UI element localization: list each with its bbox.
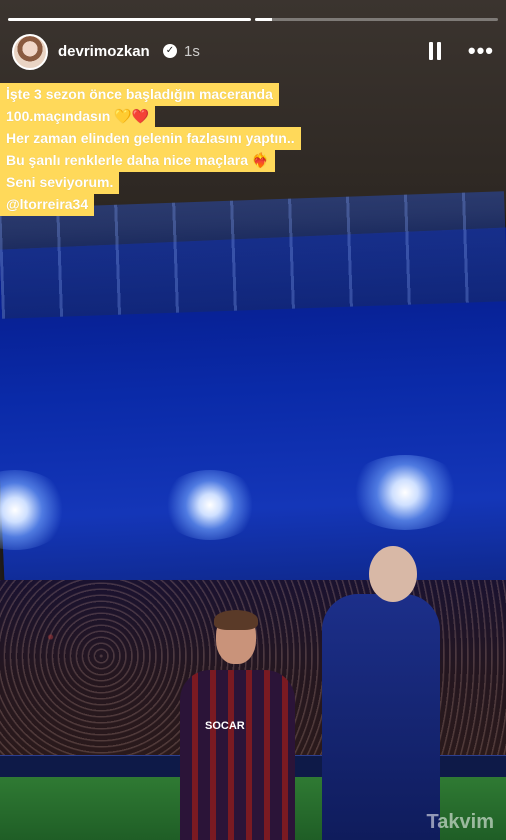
shirt-sponsor-text: SOCAR — [205, 720, 245, 732]
story-progress-bar — [8, 18, 498, 21]
mention-tag[interactable]: @ltorreira34 — [0, 193, 95, 216]
heart-emoji-icon: 💛❤️ — [114, 108, 150, 124]
watermark-logo: Takvim — [426, 811, 494, 833]
username[interactable]: devrimozkan — [58, 43, 150, 60]
caption-line: Her zaman elinden gelenin fazlasını yapt… — [0, 127, 301, 150]
caption-line: İşte 3 sezon önce başladığın maceranda — [0, 83, 279, 106]
story-caption: İşte 3 sezon önce başladığın maceranda 1… — [0, 83, 360, 216]
caption-line: Seni seviyorum. — [0, 171, 120, 194]
pause-icon[interactable] — [428, 42, 442, 60]
verified-badge-icon: ✓ — [163, 44, 177, 58]
story-header: devrimozkan ✓ 1s ••• — [12, 32, 494, 72]
avatar[interactable] — [12, 34, 48, 70]
story-progress-segment — [8, 18, 251, 21]
stadium-light — [345, 455, 465, 530]
story-progress-segment — [255, 18, 498, 21]
heart-fire-emoji-icon: ❤️‍🔥 — [251, 152, 270, 168]
caption-line: 100.maçındasın 💛❤️ — [0, 105, 156, 128]
story-viewer[interactable]: SOCAR devrimozkan ✓ 1s ••• İşte 3 sezon … — [0, 0, 506, 840]
story-timestamp: 1s — [184, 43, 200, 60]
caption-line: Bu şanlı renklerle daha nice maçlara ❤️‍… — [0, 149, 276, 172]
stadium-light — [160, 470, 260, 540]
coach-figure — [322, 546, 440, 840]
more-options-button[interactable]: ••• — [468, 38, 494, 64]
